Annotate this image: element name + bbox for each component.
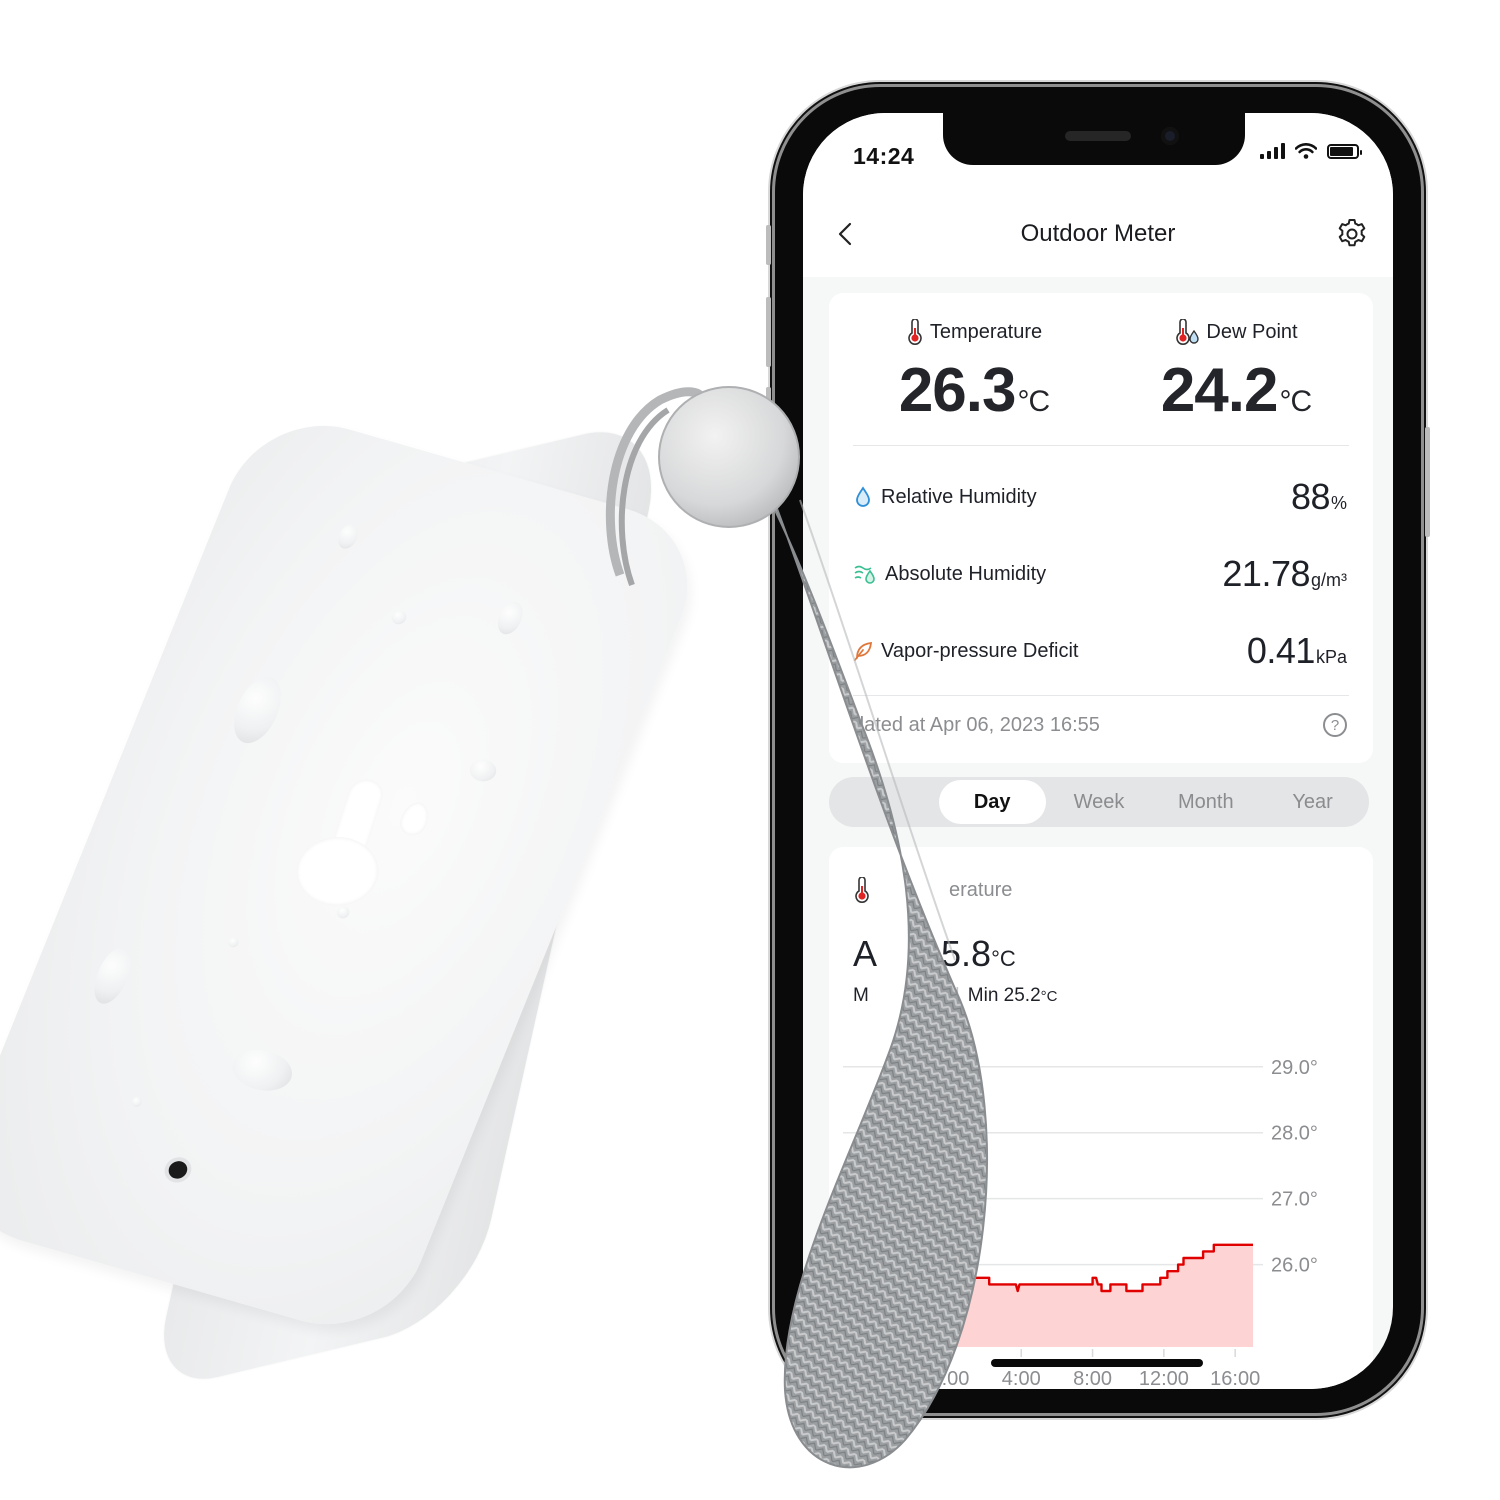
temperature-area-chart[interactable]: 29.0° 28.0° 27.0° 26.0° 20:00 0:00 4:00 8:00 12:…	[829, 1027, 1373, 1389]
phone-volume-up-button	[766, 297, 771, 367]
chart-title-text: erature	[949, 878, 1013, 901]
absolute-humidity-row: Absolute Humidity 21.78g/m³	[853, 553, 1347, 594]
water-droplet	[130, 1095, 144, 1108]
x-tick-label: 12:00	[1139, 1368, 1189, 1389]
relative-humidity-unit: %	[1330, 493, 1347, 513]
period-segmented-control: Day Week Month Year	[829, 777, 1369, 827]
vapor-pressure-deficit-value: 0.41	[1246, 630, 1316, 671]
chart-title: erature	[853, 877, 1012, 903]
page-title: Outdoor Meter	[1020, 220, 1176, 247]
phone-volume-down-button	[766, 387, 771, 457]
tab-week[interactable]: Week	[1046, 780, 1153, 824]
absolute-humidity-unit: g/m³	[1311, 570, 1347, 590]
temperature-history-card: erature A 5.8°C M | Min 25.2°C 29.0° 28.0°…	[829, 847, 1373, 1389]
water-droplet	[493, 599, 528, 638]
earpiece-speaker	[1065, 131, 1131, 141]
last-updated-text: dated at Apr 06, 2023 16:55	[853, 713, 1100, 736]
relative-humidity-value: 88	[1290, 476, 1331, 517]
temperature-value: 26.3	[898, 356, 1017, 425]
x-tick-label: 16:00	[1210, 1368, 1260, 1389]
wifi-icon	[1295, 143, 1317, 159]
water-drop-icon	[856, 486, 870, 507]
status-time: 14:24	[853, 143, 915, 169]
absolute-humidity-value: 21.78	[1222, 553, 1310, 594]
divider	[853, 695, 1349, 696]
dew-point-label: Dew Point	[1206, 320, 1298, 343]
x-tick-label: 8:00	[1073, 1368, 1112, 1389]
absolute-humidity-label: Absolute Humidity	[885, 562, 1047, 585]
relative-humidity-row: Relative Humidity 88%	[853, 476, 1347, 517]
divider	[853, 445, 1349, 446]
battery-icon	[1327, 143, 1362, 159]
y-tick-label: 26.0°	[1271, 1255, 1318, 1277]
average-temperature: A 5.8°C	[853, 933, 1016, 975]
average-prefix: A	[853, 933, 878, 974]
device-logo-icon	[280, 769, 448, 920]
average-unit: °C	[991, 946, 1016, 971]
device-front-face	[0, 404, 715, 1346]
min-max-temperature: M | Min 25.2°C	[853, 985, 1057, 1007]
cellular-signal-icon	[1260, 143, 1285, 159]
relative-humidity-label: Relative Humidity	[881, 485, 1037, 508]
vapor-pressure-deficit-unit: kPa	[1315, 647, 1347, 667]
average-value: 5.8	[941, 933, 992, 974]
dew-point-icon	[1176, 319, 1200, 345]
water-droplet	[334, 521, 362, 551]
temperature-label: Temperature	[929, 320, 1043, 343]
y-tick-label: 29.0°	[1271, 1057, 1318, 1079]
vapor-pressure-deficit-label: Vapor-pressure Deficit	[881, 639, 1079, 662]
temperature-reading: Temperature 26.3°C	[859, 319, 1089, 426]
x-tick-label: 0:00	[930, 1368, 969, 1389]
device-vent-hole	[165, 1159, 191, 1181]
min-unit: °C	[1040, 988, 1058, 1005]
front-camera	[1161, 127, 1179, 145]
water-droplet	[389, 608, 409, 626]
dew-point-value: 24.2	[1160, 356, 1279, 425]
gear-icon[interactable]	[1335, 217, 1369, 251]
min-max-separator: |	[954, 985, 960, 1006]
thermometer-icon	[908, 319, 922, 345]
current-readings-card: Temperature 26.3°C Dew Point 24.2°C Rela…	[829, 293, 1373, 763]
max-prefix: M	[853, 985, 869, 1006]
temperature-unit: °C	[1017, 385, 1051, 418]
y-tick-label: 27.0°	[1271, 1189, 1318, 1211]
outdoor-sensor-device	[0, 404, 715, 1394]
humidity-wind-icon	[854, 565, 875, 584]
question-mark-icon[interactable]: ?	[1323, 713, 1347, 737]
tab-hour[interactable]	[832, 780, 939, 824]
navigation-bar: Outdoor Meter	[803, 193, 1393, 277]
thermometer-icon	[855, 877, 869, 903]
y-tick-label: 28.0°	[1271, 1123, 1318, 1145]
smartphone: 14:24 Outdoor Meter Temperature 26.3°C D…	[766, 84, 1430, 1416]
water-droplet	[87, 943, 139, 1008]
last-updated-row: dated at Apr 06, 2023 16:55 ?	[853, 713, 1347, 737]
x-tick-label: 4:00	[1002, 1368, 1041, 1389]
temperature-area-fill	[843, 1099, 1253, 1347]
dew-point-reading: Dew Point 24.2°C	[1121, 319, 1351, 426]
status-icons	[1260, 143, 1362, 159]
phone-mute-switch	[766, 225, 771, 265]
tab-month[interactable]: Month	[1152, 780, 1259, 824]
min-value: Min 25.2	[967, 985, 1041, 1006]
water-droplet	[225, 671, 290, 749]
water-droplet	[225, 1043, 299, 1098]
phone-notch	[943, 113, 1245, 165]
phone-power-button	[1425, 427, 1430, 537]
home-indicator[interactable]	[991, 1359, 1203, 1367]
leaf-icon	[854, 641, 873, 661]
tab-day[interactable]: Day	[938, 780, 1046, 824]
water-droplet	[466, 756, 500, 785]
tab-year[interactable]: Year	[1259, 780, 1366, 824]
vapor-pressure-deficit-row: Vapor-pressure Deficit 0.41kPa	[853, 630, 1347, 671]
dew-point-unit: °C	[1279, 385, 1313, 418]
x-tick-label: 20:00	[854, 1368, 904, 1389]
water-droplet	[226, 936, 241, 949]
app-screen: 14:24 Outdoor Meter Temperature 26.3°C D…	[803, 113, 1393, 1389]
